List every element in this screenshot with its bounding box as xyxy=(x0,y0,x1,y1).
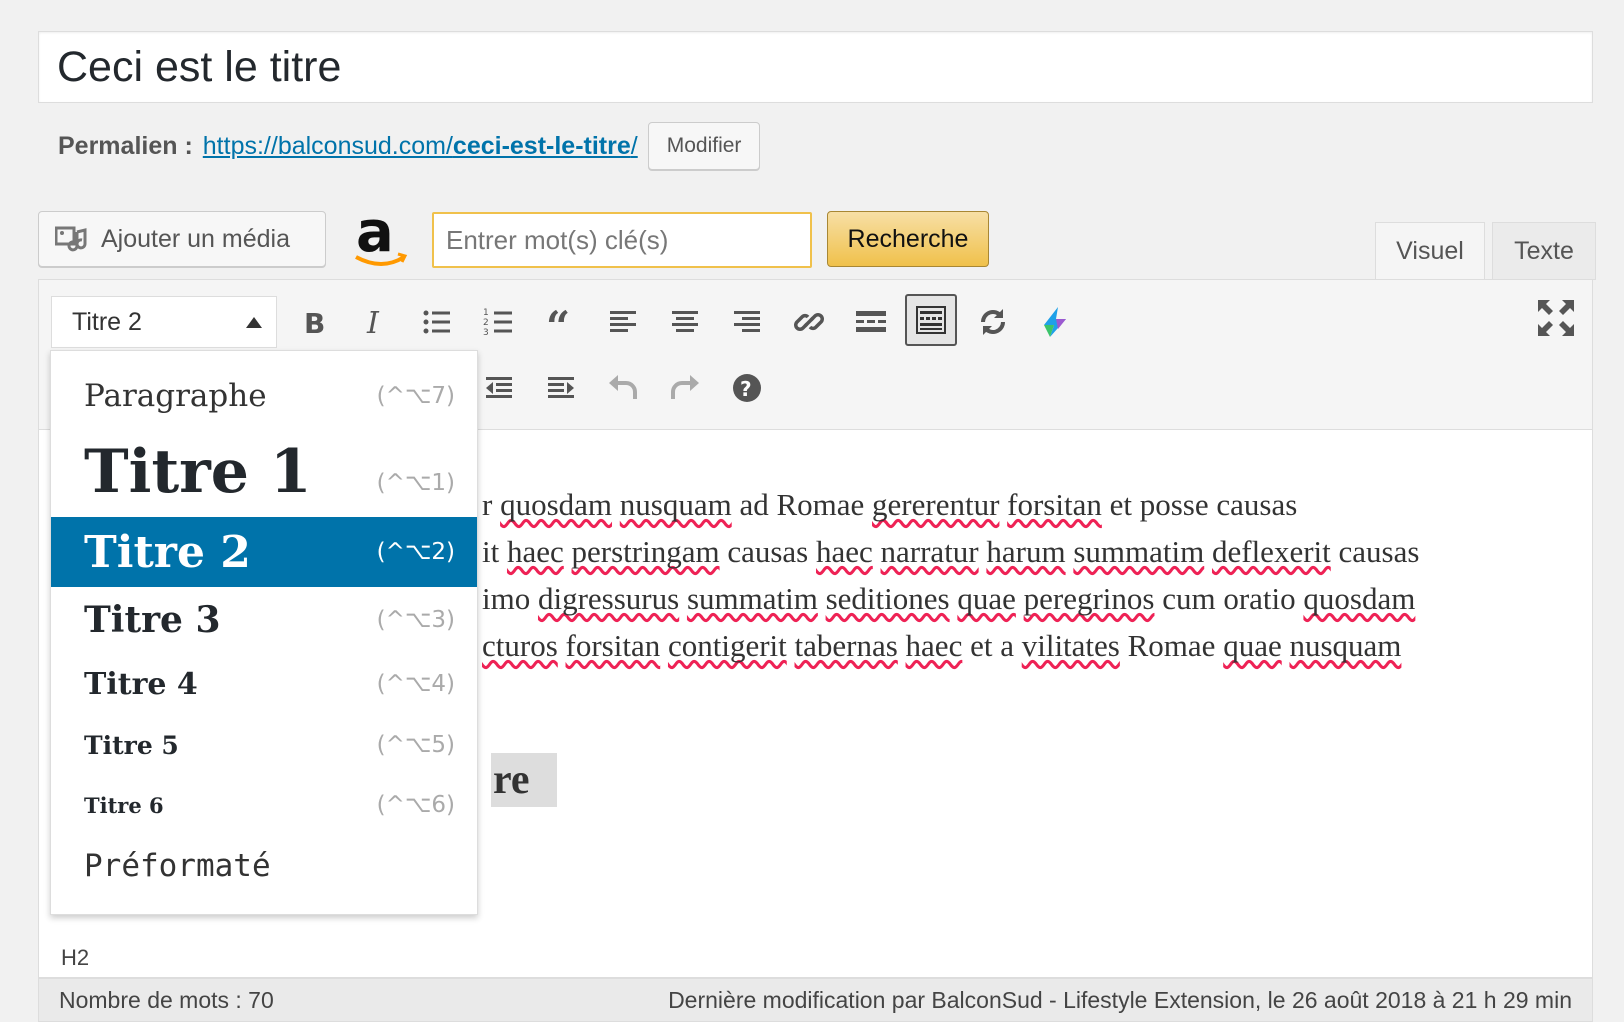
bullet-list-icon xyxy=(423,310,450,334)
read-more-icon xyxy=(856,311,886,332)
tab-text[interactable]: Texte xyxy=(1492,222,1596,280)
permalink-link[interactable]: https://balconsud.com/ceci-est-le-titre/ xyxy=(203,132,638,161)
format-option-heading-1[interactable]: Titre 1 (^⌥1) xyxy=(51,427,477,517)
fullscreen-icon[interactable] xyxy=(1536,298,1576,338)
svg-text:1: 1 xyxy=(483,308,489,318)
keyboard-icon xyxy=(916,306,946,334)
align-left-button[interactable] xyxy=(597,296,649,348)
content-line: r quosdam nusquam ad Romae gererentur fo… xyxy=(482,487,1298,522)
numbered-list-icon: 123 xyxy=(483,308,512,338)
format-option-heading-3[interactable]: Titre 3 (^⌥3) xyxy=(51,587,477,653)
svg-text:?: ? xyxy=(740,377,752,401)
svg-text:B: B xyxy=(304,307,325,339)
plugin-logo-icon xyxy=(1044,307,1066,337)
align-center-icon xyxy=(672,311,698,332)
add-media-button[interactable]: Ajouter un média xyxy=(38,211,326,267)
format-option-heading-2[interactable]: Titre 2 (^⌥2) xyxy=(51,517,477,587)
content-line: imo digressurus summatim seditiones quae… xyxy=(482,581,1416,616)
undo-icon xyxy=(609,375,637,399)
bold-icon: B xyxy=(304,307,325,339)
format-dropdown-menu: Paragraphe (^⌥7) Titre 1 (^⌥1) Titre 2 (… xyxy=(50,350,478,915)
post-title-field[interactable]: Ceci est le titre xyxy=(38,31,1593,103)
svg-text:2: 2 xyxy=(483,318,489,328)
align-right-icon xyxy=(734,311,760,332)
refresh-icon xyxy=(981,309,1005,335)
quote-icon: “ xyxy=(546,305,570,339)
italic-icon: I xyxy=(366,306,380,339)
content-line: cturos forsitan contigerit tabernas haec… xyxy=(482,628,1402,663)
svg-text:I: I xyxy=(366,306,380,339)
outdent-button[interactable] xyxy=(473,362,525,414)
italic-button[interactable]: I xyxy=(349,296,401,348)
add-media-label: Ajouter un média xyxy=(101,224,291,253)
align-left-icon xyxy=(610,311,636,332)
redo-icon xyxy=(671,375,699,399)
post-title-text: Ceci est le titre xyxy=(57,43,342,91)
format-option-preformatted[interactable]: Préformaté xyxy=(51,835,477,897)
read-more-button[interactable] xyxy=(845,296,897,348)
svg-text:a: a xyxy=(356,205,394,265)
help-button[interactable]: ? xyxy=(721,362,773,414)
permalink-edit-button[interactable]: Modifier xyxy=(647,122,761,170)
svg-text:“: “ xyxy=(546,305,570,339)
bullet-list-button[interactable] xyxy=(411,296,463,348)
plugin-button[interactable] xyxy=(1029,296,1081,348)
format-option-heading-5[interactable]: Titre 5 (^⌥5) xyxy=(51,715,477,775)
undo-button[interactable] xyxy=(597,362,649,414)
media-icon xyxy=(55,226,87,252)
blockquote-button[interactable]: “ xyxy=(535,296,587,348)
insert-link-button[interactable] xyxy=(783,296,835,348)
format-option-heading-6[interactable]: Titre 6 (^⌥6) xyxy=(51,775,477,835)
redo-button[interactable] xyxy=(659,362,711,414)
amazon-search-input[interactable] xyxy=(432,212,812,268)
last-modified: Dernière modification par BalconSud - Li… xyxy=(668,986,1572,1013)
tab-visual[interactable]: Visuel xyxy=(1375,222,1485,280)
svg-text:3: 3 xyxy=(483,328,489,338)
bold-button[interactable]: B xyxy=(287,296,339,348)
format-option-paragraph[interactable]: Paragraphe (^⌥7) xyxy=(51,365,477,427)
indent-icon xyxy=(548,377,574,398)
numbered-list-button[interactable]: 123 xyxy=(473,296,525,348)
align-right-button[interactable] xyxy=(721,296,773,348)
element-path[interactable]: H2 xyxy=(38,938,1593,978)
permalink-label: Permalien : xyxy=(58,131,193,160)
word-count: Nombre de mots : 70 xyxy=(59,986,274,1013)
amazon-search-button[interactable]: Recherche xyxy=(827,211,989,267)
help-icon: ? xyxy=(733,374,761,402)
format-select[interactable]: Titre 2 xyxy=(51,296,277,348)
refresh-button[interactable] xyxy=(967,296,1019,348)
caret-up-icon xyxy=(246,317,262,328)
link-icon xyxy=(794,313,824,331)
selected-heading-fragment: re xyxy=(491,753,557,807)
indent-button[interactable] xyxy=(535,362,587,414)
align-center-button[interactable] xyxy=(659,296,711,348)
content-line: it haec perstringam causas haec narratur… xyxy=(482,534,1420,569)
status-bar: Nombre de mots : 70 Dernière modificatio… xyxy=(38,978,1593,1022)
format-option-heading-4[interactable]: Titre 4 (^⌥4) xyxy=(51,653,477,715)
outdent-icon xyxy=(486,377,512,398)
toolbar-toggle-button[interactable] xyxy=(905,294,957,346)
format-select-value: Titre 2 xyxy=(72,307,142,336)
amazon-icon[interactable]: a xyxy=(352,205,410,271)
permalink-row: Permalien : https://balconsud.com/ceci-e… xyxy=(58,122,761,170)
